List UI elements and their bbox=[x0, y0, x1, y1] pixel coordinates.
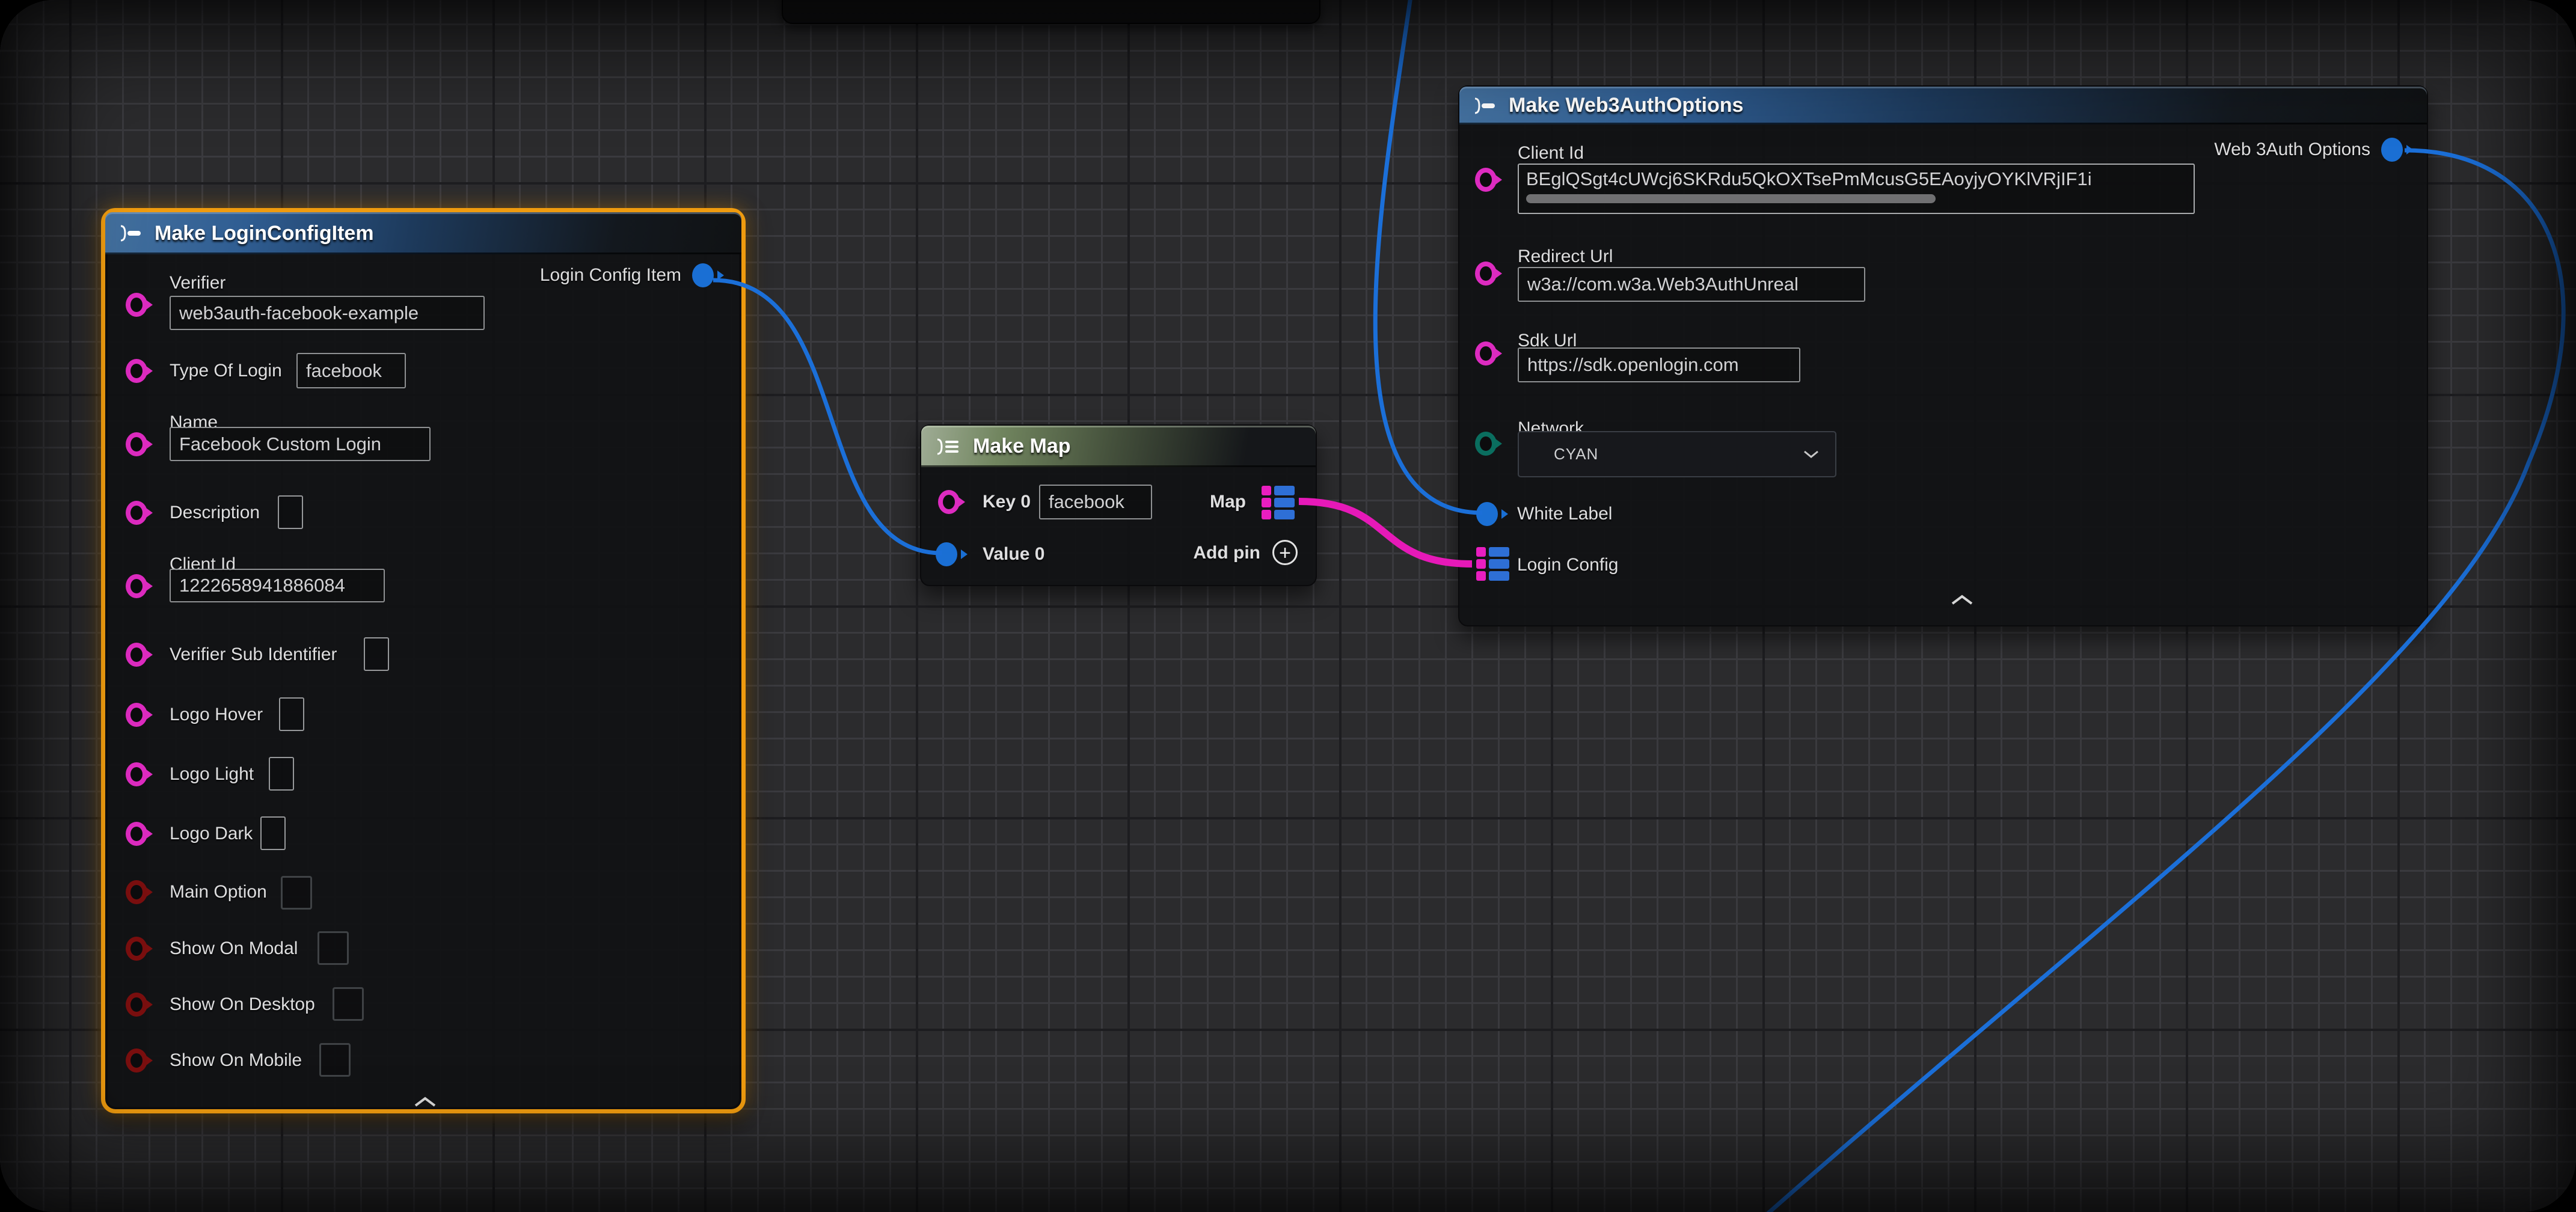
pin-network[interactable] bbox=[1475, 432, 1497, 456]
pin-logo-light[interactable] bbox=[126, 762, 147, 786]
pin-name[interactable] bbox=[126, 432, 147, 456]
pin-label-key-0: Key 0 bbox=[983, 489, 1031, 515]
node-make-loginconfigitem[interactable]: Make LoginConfigItem Login Config Item V… bbox=[101, 208, 746, 1113]
pin-description[interactable] bbox=[126, 501, 147, 525]
output-pin-web3auth-options[interactable] bbox=[2381, 138, 2403, 162]
pin-label-logo-hover: Logo Hover bbox=[170, 702, 263, 727]
type-of-login-input[interactable]: facebook bbox=[296, 353, 406, 388]
add-pin-icon[interactable]: + bbox=[1272, 540, 1298, 565]
pin-label-show-on-desktop: Show On Desktop bbox=[170, 992, 315, 1017]
pin-client-id[interactable] bbox=[126, 574, 147, 598]
client-id-input[interactable]: 1222658941886084 bbox=[170, 569, 385, 602]
collapse-chevron-icon[interactable] bbox=[1950, 594, 1974, 606]
pin-login-config[interactable] bbox=[1476, 547, 1509, 581]
pin-label-client-id: Client Id bbox=[1518, 141, 1584, 166]
pin-label-white-label: White Label bbox=[1517, 501, 1612, 527]
sdk-url-input[interactable]: https://sdk.openlogin.com bbox=[1518, 347, 1800, 382]
collapse-chevron-icon[interactable] bbox=[413, 1096, 437, 1108]
node-header-make-web3authoptions[interactable]: Make Web3AuthOptions bbox=[1459, 87, 2427, 124]
key-0-input[interactable]: facebook bbox=[1039, 485, 1152, 519]
pin-logo-dark[interactable] bbox=[126, 822, 147, 846]
verifier-input[interactable]: web3auth-facebook-example bbox=[170, 296, 485, 330]
logo-dark-input[interactable] bbox=[260, 816, 286, 850]
pin-show-on-desktop[interactable] bbox=[126, 993, 147, 1017]
pin-label-verifier-sub-identifier: Verifier Sub Identifier bbox=[170, 642, 337, 667]
show-on-modal-checkbox[interactable] bbox=[317, 931, 349, 965]
chevron-down-icon bbox=[1803, 450, 1820, 459]
node-title: Make Web3AuthOptions bbox=[1509, 94, 1743, 117]
output-web3auth-options[interactable]: Web 3Auth Options bbox=[2214, 137, 2403, 162]
pin-label-main-option: Main Option bbox=[170, 880, 267, 905]
node-header-make-loginconfigitem[interactable]: Make LoginConfigItem bbox=[105, 212, 741, 254]
node-make-map[interactable]: Make Map Key 0 facebook Map Value 0 Add … bbox=[920, 424, 1317, 586]
node-title: Make LoginConfigItem bbox=[155, 222, 374, 245]
pin-label-login-config: Login Config bbox=[1517, 552, 1618, 578]
output-pin-login-config-item[interactable] bbox=[692, 263, 714, 287]
add-pin-label: Add pin bbox=[1193, 540, 1260, 566]
make-map-icon bbox=[934, 437, 961, 456]
logo-hover-input[interactable] bbox=[279, 697, 304, 731]
main-option-checkbox[interactable] bbox=[281, 876, 312, 910]
blueprint-editor: Make LoginConfigItem Login Config Item V… bbox=[0, 0, 2576, 1212]
graph-canvas[interactable]: Make LoginConfigItem Login Config Item V… bbox=[0, 0, 2576, 1212]
logo-light-input[interactable] bbox=[269, 757, 294, 791]
pin-label-logo-dark: Logo Dark bbox=[170, 821, 253, 846]
pin-verifier-sub-identifier[interactable] bbox=[126, 643, 147, 667]
pin-label-verifier: Verifier bbox=[170, 271, 225, 296]
network-value: CYAN bbox=[1554, 445, 1598, 464]
output-login-config-item[interactable]: Login Config Item bbox=[540, 263, 714, 288]
pin-type-of-login[interactable] bbox=[126, 359, 147, 383]
node-title: Make Map bbox=[973, 435, 1071, 458]
pin-sdk-url[interactable] bbox=[1475, 341, 1497, 366]
client-id-input[interactable]: BEglQSgt4cUWcj6SKRdu5QkOXTsePmMcusG5EAoy… bbox=[1518, 164, 2195, 214]
pin-show-on-mobile[interactable] bbox=[126, 1048, 147, 1073]
pin-value-0[interactable] bbox=[936, 542, 957, 566]
pin-label-logo-light: Logo Light bbox=[170, 762, 254, 787]
pin-label-show-on-mobile: Show On Mobile bbox=[170, 1048, 302, 1073]
show-on-desktop-checkbox[interactable] bbox=[333, 987, 364, 1021]
make-struct-icon bbox=[1473, 97, 1497, 115]
name-input[interactable]: Facebook Custom Login bbox=[170, 427, 431, 461]
output-label: Login Config Item bbox=[540, 263, 681, 288]
client-id-scrollbar[interactable] bbox=[1526, 194, 1936, 203]
pin-white-label[interactable] bbox=[1476, 502, 1498, 526]
partial-node-top[interactable] bbox=[782, 0, 1320, 24]
pin-key-0[interactable] bbox=[938, 490, 960, 514]
redirect-url-input[interactable]: w3a://com.w3a.Web3AuthUnreal bbox=[1518, 267, 1865, 302]
wire-map-to-loginconfig[interactable] bbox=[1299, 501, 1472, 564]
client-id-text: BEglQSgt4cUWcj6SKRdu5QkOXTsePmMcusG5EAoy… bbox=[1526, 168, 2186, 190]
output-pin-map[interactable] bbox=[1262, 486, 1295, 519]
pin-logo-hover[interactable] bbox=[126, 703, 147, 727]
pin-main-option[interactable] bbox=[126, 880, 147, 904]
output-label: Web 3Auth Options bbox=[2214, 137, 2370, 162]
pin-label-show-on-modal: Show On Modal bbox=[170, 936, 298, 961]
pin-label-map: Map bbox=[1210, 489, 1246, 515]
pin-label-description: Description bbox=[170, 500, 260, 525]
pin-label-redirect-url: Redirect Url bbox=[1518, 244, 1613, 269]
pin-show-on-modal[interactable] bbox=[126, 937, 147, 961]
pin-redirect-url[interactable] bbox=[1475, 262, 1497, 286]
network-dropdown[interactable]: CYAN bbox=[1518, 431, 1836, 477]
pin-verifier[interactable] bbox=[126, 293, 147, 317]
pin-client-id[interactable] bbox=[1475, 168, 1497, 192]
node-header-make-map[interactable]: Make Map bbox=[921, 426, 1316, 467]
make-struct-icon bbox=[118, 224, 143, 242]
description-input[interactable] bbox=[278, 495, 303, 529]
wire-loginconfigitem-to-value0[interactable] bbox=[713, 280, 942, 553]
pin-label-value-0: Value 0 bbox=[983, 542, 1044, 567]
node-make-web3authoptions[interactable]: Make Web3AuthOptions Web 3Auth Options C… bbox=[1458, 85, 2428, 626]
pin-label-type-of-login: Type Of Login bbox=[170, 358, 282, 384]
show-on-mobile-checkbox[interactable] bbox=[319, 1043, 351, 1077]
verifier-sub-identifier-input[interactable] bbox=[364, 637, 389, 671]
